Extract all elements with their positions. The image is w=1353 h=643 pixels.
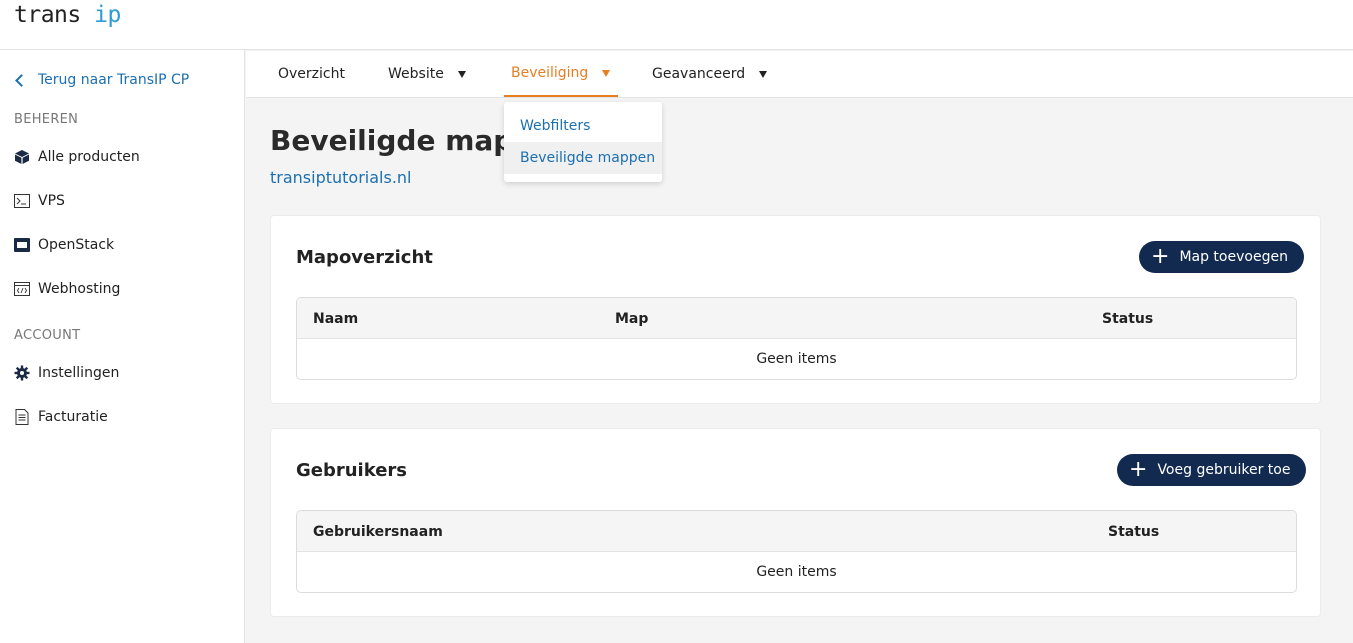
add-user-button[interactable]: + Voeg gebruiker toe: [1117, 454, 1307, 486]
caret-down-icon: [602, 69, 611, 77]
logo-text-trans: trans: [14, 2, 81, 28]
back-link-label: Terug naar TransIP CP: [38, 72, 190, 88]
column-header-status[interactable]: Status: [1108, 524, 1159, 540]
beveiliging-dropdown-menu: Webfilters Beveiligde mappen: [504, 102, 662, 182]
tab-label: Beveiliging: [511, 65, 589, 81]
transip-logo[interactable]: trans ip: [14, 2, 121, 28]
tab-beveiliging[interactable]: Beveiliging: [504, 51, 619, 97]
sidebar-item-label: VPS: [38, 193, 65, 209]
caret-down-icon: [759, 70, 768, 78]
section-navbar: Overzicht Website Beveiliging Geavanceer…: [246, 51, 1353, 98]
sidebar-item-alle-producten[interactable]: Alle producten: [14, 149, 140, 165]
server-icon: [14, 237, 30, 253]
add-folder-button-label: Map toevoegen: [1179, 249, 1288, 265]
domain-link[interactable]: transiptutorials.nl: [270, 168, 412, 187]
gear-icon: [14, 365, 30, 381]
column-header-map[interactable]: Map: [615, 311, 648, 327]
section-label-account: ACCOUNT: [14, 328, 81, 343]
chevron-left-icon: [15, 73, 28, 87]
tab-label: Website: [388, 66, 444, 82]
tab-geavanceerd[interactable]: Geavanceerd: [652, 51, 768, 97]
plus-icon: +: [1129, 457, 1148, 482]
tab-label: Geavanceerd: [652, 66, 746, 82]
sidebar-item-vps[interactable]: VPS: [14, 193, 65, 209]
users-table: Gebruikersnaam Status Geen items: [296, 510, 1297, 593]
caret-down-icon: [457, 70, 466, 78]
sidebar-item-label: OpenStack: [38, 237, 115, 253]
sidebar-item-label: Instellingen: [38, 365, 120, 381]
terminal-icon: [14, 193, 30, 209]
top-bar: trans ip: [0, 0, 1353, 50]
tab-label: Overzicht: [278, 66, 345, 82]
code-window-icon: [14, 281, 30, 297]
back-to-cp-link[interactable]: Terug naar TransIP CP: [14, 72, 189, 88]
sidebar-item-label: Webhosting: [38, 281, 121, 297]
sidebar-item-facturatie[interactable]: Facturatie: [14, 409, 108, 425]
column-header-status[interactable]: Status: [1102, 311, 1153, 327]
document-icon: [14, 409, 30, 425]
column-header-gebruikersnaam[interactable]: Gebruikersnaam: [313, 524, 443, 540]
table-header: Naam Map Status: [297, 298, 1296, 339]
column-header-naam[interactable]: Naam: [313, 311, 358, 327]
folders-table: Naam Map Status Geen items: [296, 297, 1297, 380]
logo-text-ip: ip: [94, 2, 121, 28]
sidebar-item-openstack[interactable]: OpenStack: [14, 237, 114, 253]
table-header: Gebruikersnaam Status: [297, 511, 1296, 552]
tab-website[interactable]: Website: [388, 51, 466, 97]
sidebar-item-label: Alle producten: [38, 149, 140, 165]
folders-card-title: Mapoverzicht: [296, 247, 433, 268]
dropdown-item-webfilters[interactable]: Webfilters: [504, 110, 662, 142]
sidebar-item-instellingen[interactable]: Instellingen: [14, 365, 119, 381]
sidebar-item-label: Facturatie: [38, 409, 108, 425]
empty-row: Geen items: [756, 351, 837, 367]
users-card-title: Gebruikers: [296, 460, 408, 481]
dropdown-item-beveiligde-mappen[interactable]: Beveiligde mappen: [504, 142, 662, 174]
section-label-beheren: BEHEREN: [14, 112, 79, 127]
cube-icon: [14, 149, 30, 165]
sidebar: Terug naar TransIP CP BEHEREN Alle produ…: [0, 50, 245, 643]
users-card: Gebruikers + Voeg gebruiker toe Gebruike…: [270, 428, 1321, 617]
folders-card: Mapoverzicht + Map toevoegen Naam Map St…: [270, 215, 1321, 404]
add-user-button-label: Voeg gebruiker toe: [1157, 462, 1291, 478]
plus-icon: +: [1151, 244, 1170, 269]
sidebar-item-webhosting[interactable]: Webhosting: [14, 281, 120, 297]
add-folder-button[interactable]: + Map toevoegen: [1139, 241, 1304, 273]
tab-overzicht[interactable]: Overzicht: [278, 51, 345, 97]
empty-row: Geen items: [756, 564, 837, 580]
